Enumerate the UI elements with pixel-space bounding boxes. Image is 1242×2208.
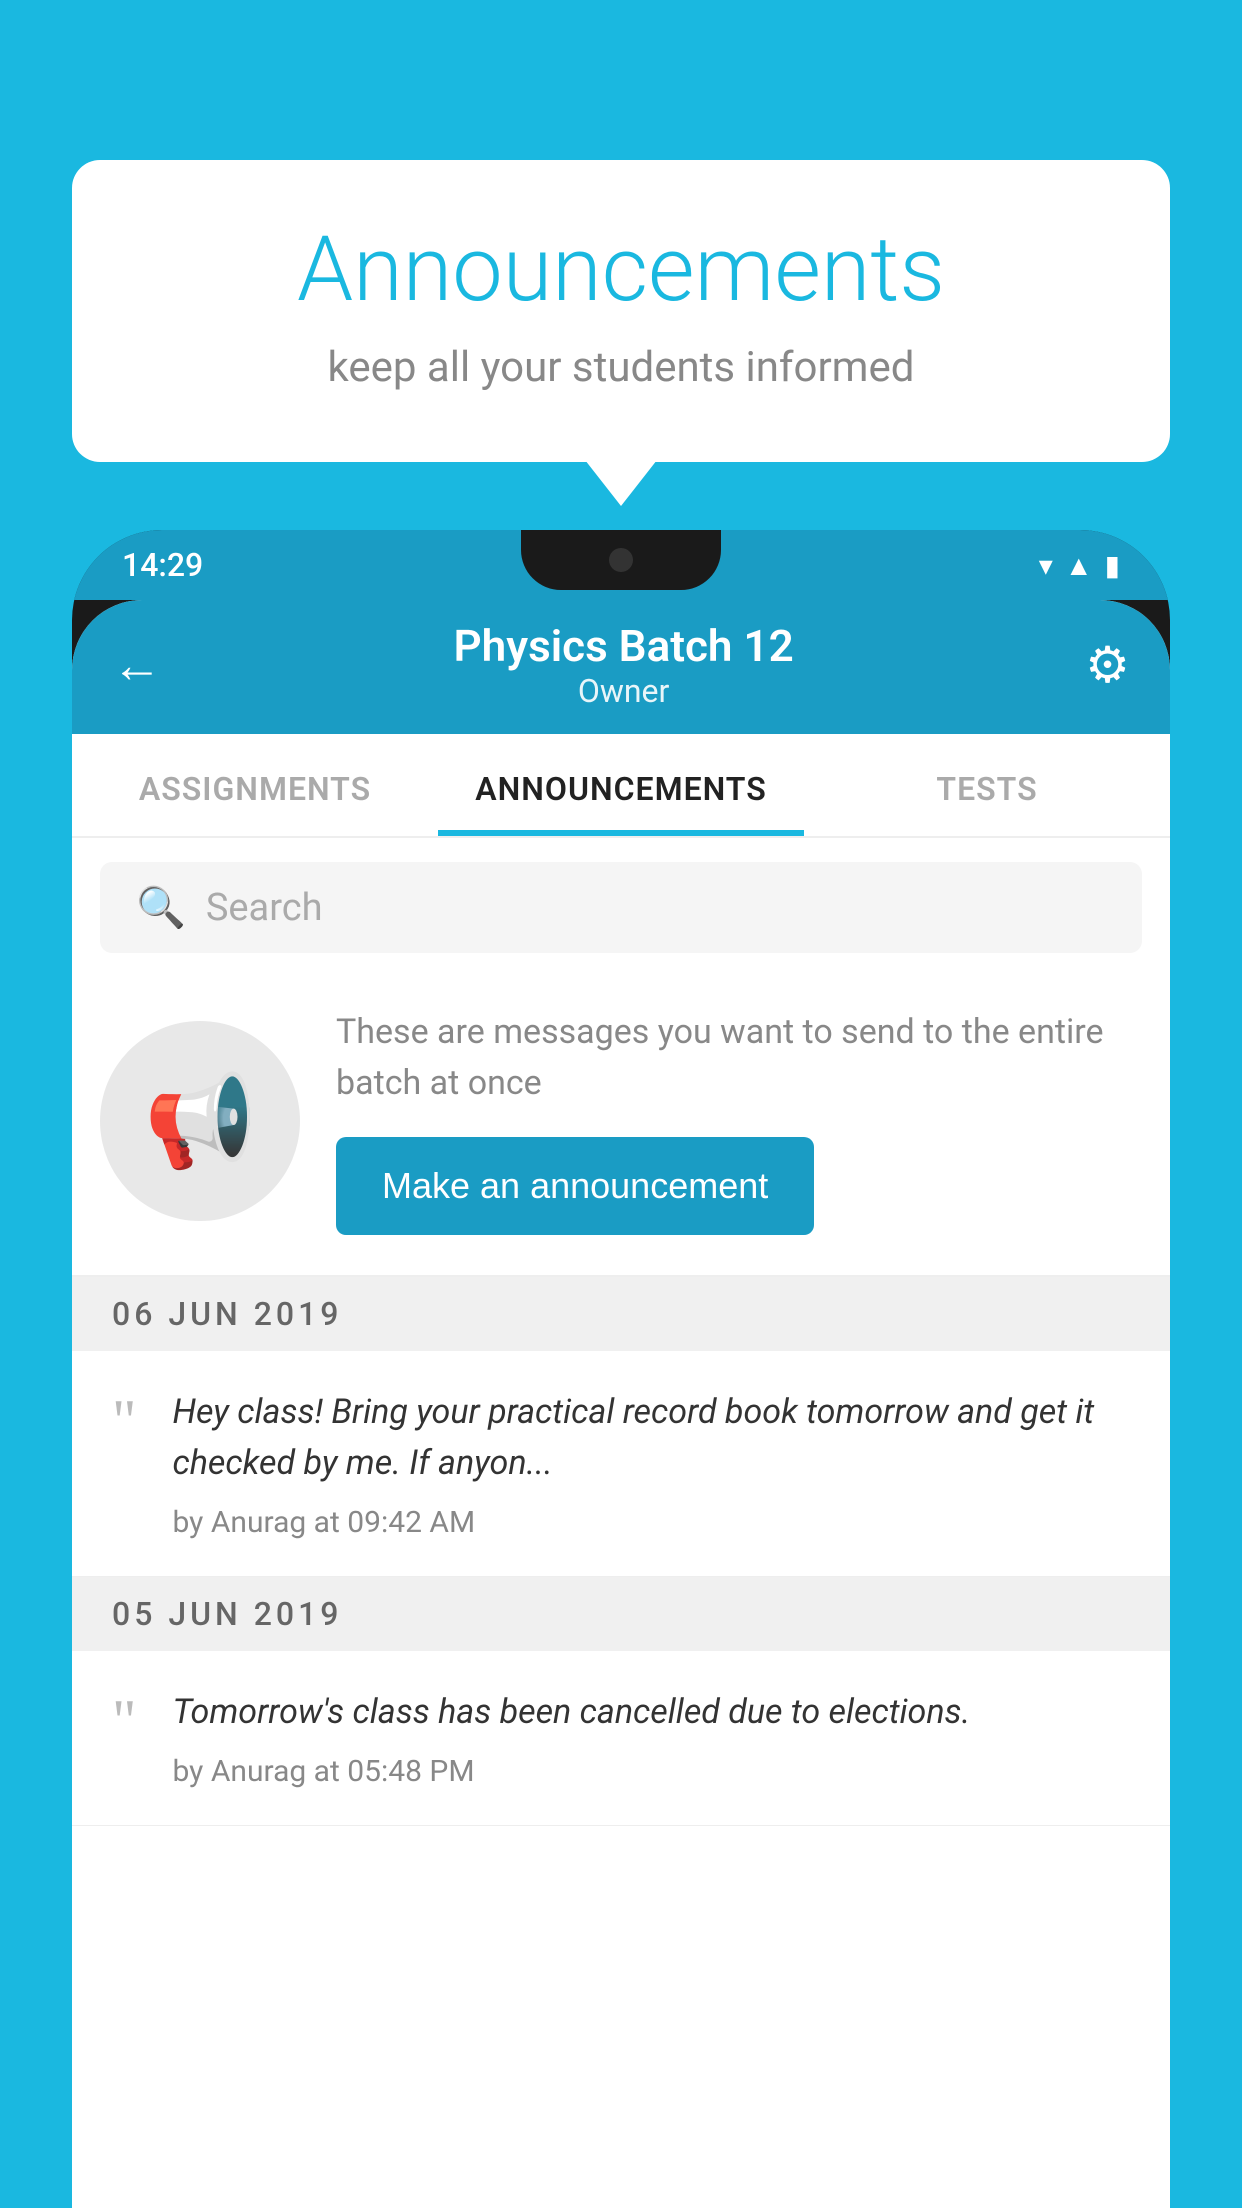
search-placeholder: Search <box>206 886 323 930</box>
status-time: 14:29 <box>122 546 203 584</box>
megaphone-icon: 📢 <box>144 1069 256 1174</box>
announcement-item-2: " Tomorrow's class has been cancelled du… <box>72 1651 1170 1826</box>
phone-inner: ← Physics Batch 12 Owner ⚙ ASSIGNMENTS A… <box>72 600 1170 2208</box>
date-divider-2: 05 JUN 2019 <box>72 1577 1170 1651</box>
announcement-author-1: by Anurag at 09:42 AM <box>173 1505 1135 1540</box>
speech-bubble: Announcements keep all your students inf… <box>72 160 1170 462</box>
quote-icon-2: " <box>112 1691 137 1751</box>
date-divider-1: 06 JUN 2019 <box>72 1277 1170 1351</box>
status-bar: 14:29 ▾ ▲ ▮ <box>72 530 1170 600</box>
announcement-item-1: " Hey class! Bring your practical record… <box>72 1351 1170 1577</box>
battery-icon: ▮ <box>1105 549 1120 582</box>
bubble-subtitle: keep all your students informed <box>152 343 1090 392</box>
batch-role: Owner <box>162 672 1085 710</box>
bubble-title: Announcements <box>152 220 1090 319</box>
camera-dot <box>609 548 633 572</box>
tab-announcements[interactable]: ANNOUNCEMENTS <box>438 734 804 836</box>
announcement-text-2: Tomorrow's class has been cancelled due … <box>173 1687 1135 1738</box>
batch-title: Physics Batch 12 <box>162 620 1085 672</box>
announcement-text-group-1: Hey class! Bring your practical record b… <box>173 1387 1135 1540</box>
phone-notch <box>521 530 721 590</box>
back-button[interactable]: ← <box>112 636 162 695</box>
tab-assignments[interactable]: ASSIGNMENTS <box>72 734 438 836</box>
search-icon: 🔍 <box>136 884 186 931</box>
promo-right: These are messages you want to send to t… <box>336 1007 1142 1235</box>
header-title-group: Physics Batch 12 Owner <box>162 620 1085 710</box>
tabs-bar: ASSIGNMENTS ANNOUNCEMENTS TESTS <box>72 734 1170 838</box>
quote-icon-1: " <box>112 1391 137 1451</box>
settings-icon[interactable]: ⚙ <box>1085 636 1130 695</box>
promo-icon-circle: 📢 <box>100 1021 300 1221</box>
wifi-icon: ▾ <box>1039 549 1053 582</box>
signal-icon: ▲ <box>1065 549 1093 582</box>
app-content: 🔍 Search 📢 These are messages you want t… <box>72 838 1170 2208</box>
search-bar[interactable]: 🔍 Search <box>100 862 1142 953</box>
tab-tests[interactable]: TESTS <box>804 734 1170 836</box>
make-announcement-button[interactable]: Make an announcement <box>336 1137 814 1235</box>
announcement-text-group-2: Tomorrow's class has been cancelled due … <box>173 1687 1135 1789</box>
speech-bubble-container: Announcements keep all your students inf… <box>72 160 1170 462</box>
announcement-promo: 📢 These are messages you want to send to… <box>72 977 1170 1277</box>
phone-frame: 14:29 ▾ ▲ ▮ ← Physics Batch 12 Owner ⚙ A… <box>72 530 1170 2208</box>
announcement-author-2: by Anurag at 05:48 PM <box>173 1754 1135 1789</box>
promo-description: These are messages you want to send to t… <box>336 1007 1142 1109</box>
status-icons: ▾ ▲ ▮ <box>1039 549 1120 582</box>
app-header: ← Physics Batch 12 Owner ⚙ <box>72 600 1170 734</box>
announcement-text-1: Hey class! Bring your practical record b… <box>173 1387 1135 1489</box>
